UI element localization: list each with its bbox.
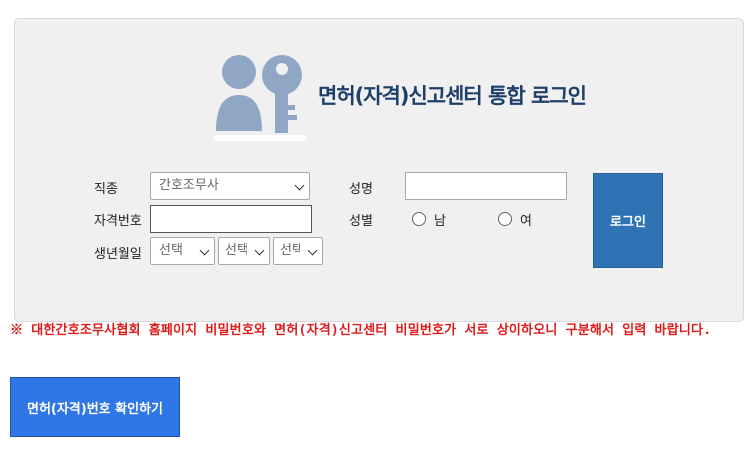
gender-female-label: 여	[520, 214, 532, 229]
chevron-down-icon	[294, 180, 305, 191]
birth-year-select[interactable]: 선택	[150, 237, 215, 265]
birth-label: 생년월일	[94, 247, 142, 262]
license-number-check-button[interactable]: 면허(자격)번호 확인하기	[10, 377, 180, 437]
password-notice: ※ 대한간호조무사협회 홈페이지 비밀번호와 면허(자격)신고센터 비밀번호가 …	[10, 323, 712, 338]
gender-male-radio[interactable]	[412, 212, 426, 226]
birth-year-value: 선택	[159, 243, 183, 258]
job-label: 직종	[94, 182, 118, 197]
birth-month-value: 선택	[225, 243, 247, 258]
chevron-down-icon	[254, 245, 265, 256]
login-button[interactable]: 로그인	[593, 173, 663, 268]
birth-day-value: 선택	[280, 243, 300, 258]
name-label: 성명	[349, 182, 373, 197]
birth-month-select[interactable]: 선택	[218, 237, 270, 265]
gender-label: 성별	[349, 214, 373, 229]
job-select[interactable]: 간호조무사	[150, 172, 310, 200]
chevron-down-icon	[199, 245, 210, 256]
chevron-down-icon	[307, 245, 318, 256]
job-select-value: 간호조무사	[159, 178, 219, 193]
name-input[interactable]	[405, 172, 567, 200]
gender-female-radio[interactable]	[498, 212, 512, 226]
page-title: 면허(자격)신고센터 통합 로그인	[318, 84, 587, 108]
gender-male-label: 남	[434, 214, 446, 229]
birth-day-select[interactable]: 선택	[273, 237, 323, 265]
license-label: 자격번호	[94, 214, 142, 229]
user-key-icon	[214, 55, 306, 141]
login-panel	[14, 18, 744, 322]
license-number-input[interactable]	[150, 205, 312, 233]
